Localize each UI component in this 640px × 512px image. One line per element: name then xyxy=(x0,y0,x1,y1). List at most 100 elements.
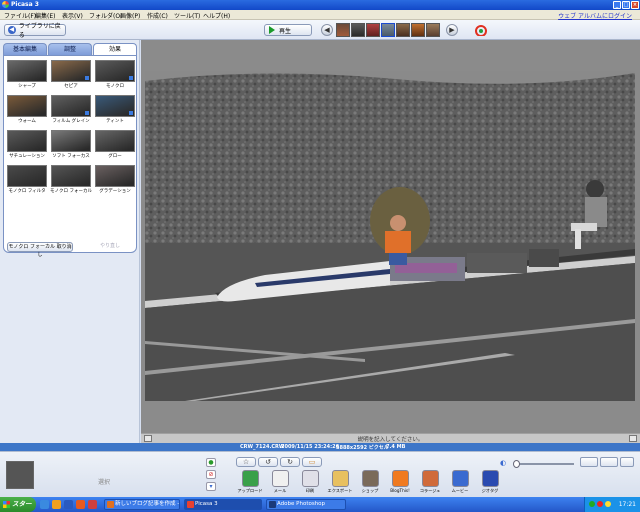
zoom-out-icon[interactable]: ◐ xyxy=(500,459,506,467)
clear-selection-icon[interactable]: ⊘ xyxy=(206,470,216,479)
effect-thumbnail xyxy=(7,130,47,152)
menu-create[interactable]: 作成(C) xyxy=(147,11,168,20)
effect-label: モノクロ xyxy=(106,84,124,89)
start-button[interactable]: スタート xyxy=(0,497,36,512)
add-to-album-icon[interactable]: ▾ xyxy=(206,482,216,491)
tray-selected-thumb[interactable] xyxy=(6,461,34,489)
effect-options-icon xyxy=(85,111,89,115)
slideshow-play-button[interactable]: 再生 xyxy=(264,24,312,36)
compare-photos-button[interactable] xyxy=(474,24,488,37)
network-icon[interactable] xyxy=(589,501,595,507)
menu-help[interactable]: ヘルプ(H) xyxy=(203,11,230,20)
effect-item[interactable]: モノクロ xyxy=(95,60,135,89)
filmstrip-thumb[interactable] xyxy=(366,23,380,37)
effect-item[interactable]: セピア xyxy=(51,60,91,89)
tray-action-button[interactable]: アップロード xyxy=(235,470,265,494)
filmstrip-thumb[interactable] xyxy=(426,23,440,37)
effect-label: フィルム グレイン xyxy=(52,119,90,124)
filmstrip-thumb[interactable] xyxy=(351,23,365,37)
menu-folder[interactable]: フォルダ(O) xyxy=(89,11,122,20)
fit-view-button[interactable] xyxy=(580,457,598,467)
window-controls: _ □ × xyxy=(613,1,639,9)
task-label: Picasa 3 xyxy=(195,501,218,507)
menu-file[interactable]: ファイル(F) xyxy=(4,11,36,20)
tray-action-icon xyxy=(331,470,349,487)
caption-input[interactable]: 説明を記入してください。 xyxy=(141,435,640,443)
clock: 17:21 xyxy=(618,501,636,508)
undo-effect-button[interactable]: モノクロ フォーカル 取り消し xyxy=(7,242,73,258)
tray-selection-area: 選択 xyxy=(38,457,198,493)
effect-item[interactable]: シャープ xyxy=(7,60,47,89)
menu-edit[interactable]: 編集(E) xyxy=(35,11,55,20)
effect-item[interactable]: グロー xyxy=(95,130,135,159)
redo-button[interactable]: やり直し xyxy=(90,242,130,252)
actual-size-button[interactable] xyxy=(600,457,618,467)
rotate-right-button[interactable]: ↻ xyxy=(280,457,300,467)
tab-tuning[interactable]: 調整 xyxy=(48,43,92,55)
filmstrip-thumb[interactable] xyxy=(396,23,410,37)
zoom-slider[interactable]: ◐ xyxy=(500,459,580,468)
filmstrip-thumb[interactable] xyxy=(411,23,425,37)
tray-action-label: コラージュ xyxy=(419,488,441,493)
menu-view[interactable]: 表示(V) xyxy=(62,11,83,20)
back-to-library-button[interactable]: ◀ ライブラリに戻る xyxy=(4,23,66,39)
effect-item[interactable]: ソフト フォーカス xyxy=(51,130,91,159)
effect-label: ウォーム xyxy=(18,119,36,124)
quicklaunch-picasa-icon[interactable] xyxy=(88,500,97,509)
tray-action-button[interactable]: コラージュ xyxy=(415,470,445,494)
close-button[interactable]: × xyxy=(631,1,639,9)
effect-options-icon xyxy=(129,111,133,115)
effect-item[interactable]: モノクロ フィルタ xyxy=(7,165,47,194)
taskbar-task[interactable]: Picasa 3 xyxy=(184,499,262,510)
volume-icon[interactable] xyxy=(605,501,611,507)
firefox-icon[interactable] xyxy=(52,500,61,509)
rotate-left-button[interactable]: ↺ xyxy=(258,457,278,467)
tray-action-button[interactable]: BlogThis! xyxy=(385,470,415,493)
minimize-button[interactable]: _ xyxy=(613,1,621,9)
effect-label: グロー xyxy=(108,154,122,159)
effect-item[interactable]: モノクロ フォーカル xyxy=(50,165,92,194)
web-album-login-link[interactable]: ウェブ アルバムにログイン xyxy=(558,11,632,20)
effect-item[interactable]: サチュレーション xyxy=(7,130,47,159)
effect-label: シャープ xyxy=(18,84,36,89)
security-icon[interactable] xyxy=(597,501,603,507)
show-desktop-icon[interactable] xyxy=(40,500,49,509)
filmstrip-thumb[interactable] xyxy=(336,23,350,37)
effect-item[interactable]: フィルム グレイン xyxy=(51,95,91,124)
menu-tools[interactable]: ツール(T) xyxy=(174,11,200,20)
filmstrip-thumb-current[interactable] xyxy=(381,23,395,37)
tray-action-button[interactable]: ムービー xyxy=(445,470,475,494)
windows-taskbar: スタート 新しいブログ記事を作成 - ... Picasa 3 Adobe Phot… xyxy=(0,497,640,512)
ie-icon[interactable] xyxy=(64,500,73,509)
tray-action-button[interactable]: エクスポート xyxy=(325,470,355,494)
menu-picture[interactable]: 画像(P) xyxy=(120,11,140,20)
zoom-handle[interactable] xyxy=(513,460,520,468)
effect-options-icon xyxy=(85,76,89,80)
caption-options-icon[interactable] xyxy=(629,435,637,442)
effect-thumbnail xyxy=(95,130,135,152)
next-photo-button[interactable]: ▶ xyxy=(446,24,458,36)
tab-basic-fixes[interactable]: 基本編集 xyxy=(3,43,47,55)
star-button[interactable]: ☆ xyxy=(236,457,256,467)
main-photo[interactable] xyxy=(145,71,635,401)
tray-action-button[interactable]: 印刷 xyxy=(295,470,325,494)
hold-pin-icon[interactable]: ● xyxy=(206,458,216,467)
tray-action-label: エクスポート xyxy=(327,488,353,493)
maximize-button[interactable]: □ xyxy=(622,1,630,9)
tray-action-button[interactable]: メール xyxy=(265,470,295,494)
taskbar-task[interactable]: Adobe Photoshop xyxy=(266,499,346,510)
title-bar: Picasa 3 _ □ × xyxy=(0,0,640,10)
tab-effects[interactable]: 効果 xyxy=(93,43,137,55)
tag-button[interactable]: ▭ xyxy=(302,457,322,467)
fullscreen-button[interactable] xyxy=(620,457,634,467)
quicklaunch-app-icon[interactable] xyxy=(76,500,85,509)
taskbar-task[interactable]: 新しいブログ記事を作成 - ... xyxy=(104,499,180,510)
previous-photo-button[interactable]: ◀ xyxy=(321,24,333,36)
effect-label: ティント xyxy=(106,119,124,124)
tray-action-button[interactable]: ショップ xyxy=(355,470,385,494)
effect-item[interactable]: ウォーム xyxy=(7,95,47,124)
tray-action-button[interactable]: ジオタグ xyxy=(475,470,505,494)
photo-filesize: 7.4 MB xyxy=(386,444,406,450)
effect-item[interactable]: グラデーション xyxy=(95,165,135,194)
effect-item[interactable]: ティント xyxy=(95,95,135,124)
